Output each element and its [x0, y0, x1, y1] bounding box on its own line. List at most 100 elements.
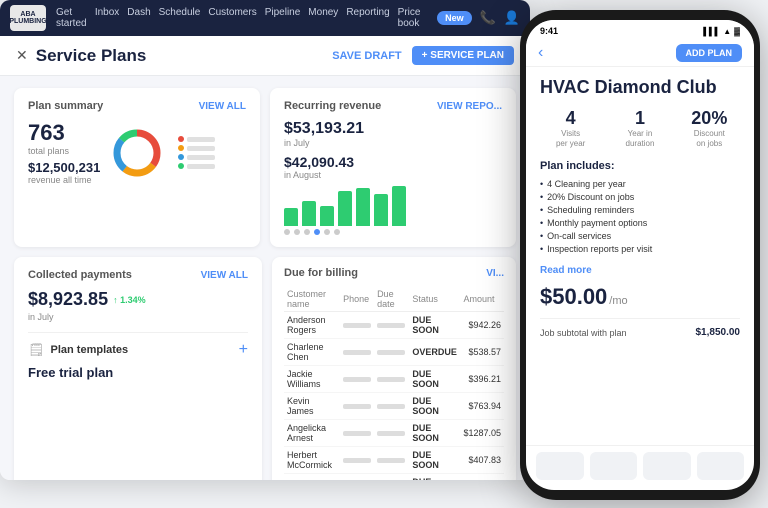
add-plan-button[interactable]: ADD PLAN	[676, 44, 743, 62]
legend-item-1	[178, 136, 215, 142]
nav-price-book[interactable]: Price book	[398, 7, 427, 29]
phone-cell	[340, 420, 374, 447]
collected-period: in July	[28, 312, 248, 322]
job-subtotal-label: Job subtotal with plan	[540, 328, 627, 338]
stat-visits-value: 4	[540, 108, 601, 129]
customer-name-cell: Charlene Chen	[284, 339, 340, 366]
phone-cell	[340, 447, 374, 474]
billing-view-all[interactable]: VI...	[486, 268, 504, 279]
status-icons: ▌▌▌ ▲ ▓	[703, 27, 740, 36]
july-amount: $53,193.21	[284, 120, 502, 138]
amount-cell: $942.26	[460, 312, 504, 339]
phone-screen: 9:41 ▌▌▌ ▲ ▓ ‹ ADD PLAN HVAC Diamond Clu…	[526, 20, 754, 490]
nav-schedule[interactable]: Schedule	[159, 7, 201, 29]
close-button[interactable]: ✕	[16, 47, 28, 64]
due-date-cell	[374, 312, 409, 339]
nav-money[interactable]: Money	[308, 7, 338, 29]
list-item: Monthly payment options	[540, 216, 740, 229]
add-plan-template-button[interactable]: +	[239, 341, 248, 359]
job-subtotal: Job subtotal with plan $1,850.00	[540, 318, 740, 338]
table-row: Herbert McCormickDUE SOON$407.83	[284, 447, 504, 474]
plan-price: $50.00	[540, 284, 607, 310]
dot-1	[284, 229, 290, 235]
phone-cell	[340, 474, 374, 481]
stat-visits: 4 Visitsper year	[540, 108, 601, 148]
document-icon: 🗒	[28, 342, 45, 358]
recurring-view-all[interactable]: VIEW REPO...	[437, 101, 502, 112]
desktop-app: ABA PLUMBING Get started Inbox Dash Sche…	[0, 0, 530, 480]
total-plans: 763	[28, 120, 100, 146]
revenue-amount: $12,500,231	[28, 160, 100, 175]
phone-cell	[340, 393, 374, 420]
col-due: Due date	[374, 287, 409, 312]
new-button[interactable]: New	[437, 11, 472, 25]
save-draft-button[interactable]: SAVE DRAFT	[332, 50, 401, 62]
due-date-cell	[374, 366, 409, 393]
phone-cell	[340, 339, 374, 366]
legend-item-2	[178, 145, 215, 151]
stat-duration: 1 Year induration	[609, 108, 670, 148]
table-row: Charlene ChenOVERDUE$538.57	[284, 339, 504, 366]
customer-name-cell: Herbert McCormick	[284, 447, 340, 474]
collected-amount-row: $8,923.85 ↑ 1.34%	[28, 289, 248, 310]
table-row: Jackie WilliamsDUE SOON$396.21	[284, 366, 504, 393]
chart-dots	[284, 229, 502, 235]
customer-name-cell: Katie Kidd	[284, 474, 340, 481]
plan-summary-text: 763 total plans $12,500,231 revenue all …	[28, 120, 100, 185]
plan-templates-left: 🗒 Plan templates	[28, 342, 128, 358]
footer-btn-1[interactable]	[536, 452, 584, 480]
list-item: 4 Cleaning per year	[540, 177, 740, 190]
customer-name-cell: Kevin James	[284, 393, 340, 420]
footer-btn-2[interactable]	[590, 452, 638, 480]
due-date-cell	[374, 474, 409, 481]
legend-item-3	[178, 154, 215, 160]
nav-reporting[interactable]: Reporting	[346, 7, 389, 29]
phone-time: 9:41	[540, 26, 558, 36]
back-button[interactable]: ‹	[538, 44, 543, 62]
amount-cell: $407.83	[460, 447, 504, 474]
list-item: On-call services	[540, 229, 740, 242]
table-row: Kevin JamesDUE SOON$763.94	[284, 393, 504, 420]
bar-1	[284, 208, 298, 226]
plan-summary-view-all[interactable]: VIEW ALL	[199, 101, 246, 112]
sub-header-right: SAVE DRAFT + SERVICE PLAN	[332, 46, 514, 65]
job-subtotal-value: $1,850.00	[696, 327, 741, 338]
status-cell: DUE SOON	[409, 312, 460, 339]
bar-6	[374, 194, 388, 226]
due-date-cell	[374, 393, 409, 420]
nav-right: New 📞 👤	[437, 10, 520, 26]
donut-chart	[110, 126, 164, 180]
table-row: Anderson RogersDUE SOON$942.26	[284, 312, 504, 339]
plan-templates-label: Plan templates	[51, 344, 129, 356]
phone-cell	[340, 312, 374, 339]
service-plan-button[interactable]: + SERVICE PLAN	[412, 46, 514, 65]
plan-summary-body: 763 total plans $12,500,231 revenue all …	[28, 120, 246, 185]
plan-templates-section: 🗒 Plan templates +	[28, 332, 248, 359]
nav-pipeline[interactable]: Pipeline	[265, 7, 301, 29]
phone-footer	[526, 445, 754, 490]
battery-icon: ▓	[734, 27, 740, 36]
status-cell: DUE SOON	[409, 474, 460, 481]
footer-btn-3[interactable]	[643, 452, 691, 480]
sub-header: ✕ Service Plans SAVE DRAFT + SERVICE PLA…	[0, 36, 530, 76]
billing-title: Due for billing	[284, 267, 358, 279]
nav-get-started[interactable]: Get started	[56, 7, 87, 29]
bar-5	[356, 188, 370, 226]
billing-header: Due for billing VI...	[284, 267, 504, 279]
phone-body: HVAC Diamond Club 4 Visitsper year 1 Yea…	[526, 67, 754, 445]
collected-title: Collected payments	[28, 269, 132, 281]
nav-customers[interactable]: Customers	[208, 7, 256, 29]
read-more-link[interactable]: Read more	[540, 265, 740, 276]
customer-name-cell: Jackie Williams	[284, 366, 340, 393]
collected-change: ↑ 1.34%	[113, 295, 146, 305]
hvac-plan-title: HVAC Diamond Club	[540, 77, 740, 98]
free-trial-label: Free trial plan	[28, 365, 248, 380]
footer-btn-4[interactable]	[697, 452, 745, 480]
total-plans-label: total plans	[28, 146, 100, 156]
nav-inbox[interactable]: Inbox	[95, 7, 119, 29]
collected-view-all[interactable]: VIEW ALL	[201, 270, 248, 281]
amount-cell: $538.57	[460, 339, 504, 366]
nav-dash[interactable]: Dash	[127, 7, 150, 29]
july-label: in July	[284, 138, 502, 148]
phone-cell	[340, 366, 374, 393]
